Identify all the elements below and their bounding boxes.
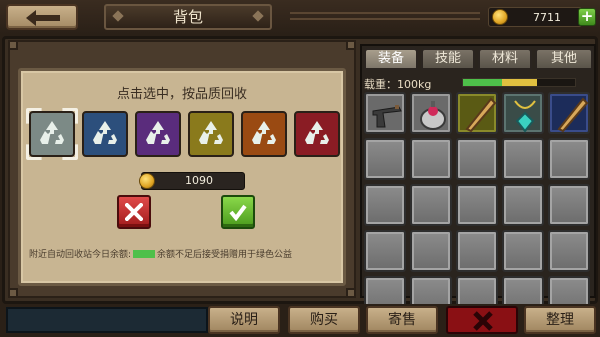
- quality-white-button[interactable]: [26, 108, 78, 160]
- recycle-icon: [93, 121, 117, 144]
- currency-display: 7711: [488, 7, 582, 27]
- inventory-slot[interactable]: [548, 92, 590, 134]
- inventory-slot[interactable]: [548, 138, 590, 180]
- capacity-label: 载重：100kg: [364, 78, 432, 91]
- recycle-icon: [305, 121, 329, 144]
- capacity-fill: [463, 79, 503, 86]
- inventory-slot[interactable]: [410, 92, 452, 134]
- recycle-amount: 1090: [139, 172, 245, 190]
- recycle-icon: [40, 121, 64, 144]
- confirm-button[interactable]: [221, 195, 255, 229]
- buy-button[interactable]: 购买: [288, 306, 360, 334]
- inventory-slot[interactable]: [456, 92, 498, 134]
- recycle-instruction: 点击选中，按品质回收: [116, 87, 247, 102]
- header-divider: [290, 12, 480, 20]
- recycle-box: 点击选中，按品质回收 1090 附近自动回收站今日余额: 余额不足后接受捐赠用于绿…: [18, 68, 346, 286]
- inventory-slot[interactable]: [502, 138, 544, 180]
- quality-gold-button[interactable]: [188, 111, 234, 157]
- inventory-slot[interactable]: [502, 184, 544, 226]
- recycle-icon: [146, 121, 170, 144]
- baseball-bat-icon: [465, 97, 497, 133]
- recycle-notice: 附近自动回收站今日余额: 余额不足后接受捐赠用于绿色公益: [29, 249, 339, 261]
- quality-blue-button[interactable]: [82, 111, 128, 157]
- notice-text-before: 附近自动回收站今日余额:: [29, 250, 132, 260]
- panel-corner: [346, 288, 356, 298]
- help-button[interactable]: 说明: [208, 306, 280, 334]
- check-icon: [229, 204, 247, 221]
- amulet-icon: [514, 100, 536, 133]
- inventory-slot[interactable]: [456, 138, 498, 180]
- inventory-slot[interactable]: [502, 92, 544, 134]
- baseball-bat-icon: [557, 97, 589, 133]
- consign-button[interactable]: 寄售: [366, 306, 438, 334]
- add-currency-button[interactable]: +: [578, 8, 596, 26]
- close-button[interactable]: [446, 306, 518, 334]
- cancel-button[interactable]: [117, 195, 151, 229]
- inventory-slot[interactable]: [410, 230, 452, 272]
- grenade-icon: [420, 101, 446, 130]
- close-icon: [473, 311, 493, 331]
- tab-skills[interactable]: 技能: [421, 48, 475, 70]
- close-icon: [125, 203, 143, 221]
- balance-indicator: [133, 250, 156, 258]
- inventory-slot[interactable]: [548, 184, 590, 226]
- quality-orange-button[interactable]: [241, 111, 287, 157]
- inventory-slot[interactable]: [456, 184, 498, 226]
- chat-input[interactable]: [6, 307, 208, 333]
- inventory-slot[interactable]: [502, 230, 544, 272]
- revolver-icon: [372, 105, 402, 128]
- panel-corner: [8, 40, 18, 50]
- recycle-amount-value: 1090: [185, 174, 213, 187]
- inventory-slot[interactable]: [456, 230, 498, 272]
- recycle-icon: [199, 121, 223, 144]
- tab-materials[interactable]: 材料: [478, 48, 532, 70]
- inventory-slot[interactable]: [410, 138, 452, 180]
- coin-icon: [492, 9, 508, 25]
- capacity-bar: [462, 78, 576, 87]
- inventory-slot[interactable]: [364, 92, 406, 134]
- notice-text-after: 余额不足后接受捐赠用于绿色公益: [157, 250, 293, 260]
- inventory-slot[interactable]: [364, 230, 406, 272]
- coin-icon: [139, 173, 155, 189]
- back-button[interactable]: [6, 4, 78, 30]
- back-arrow-icon: [26, 10, 60, 26]
- page-title: 背包: [104, 4, 272, 30]
- recycle-icon: [252, 121, 276, 144]
- quality-purple-button[interactable]: [135, 111, 181, 157]
- tab-other[interactable]: 其他: [535, 48, 593, 70]
- inventory-slot[interactable]: [410, 184, 452, 226]
- inventory-slot[interactable]: [364, 138, 406, 180]
- panel-corner: [346, 40, 356, 50]
- capacity-fill-secondary: [502, 79, 537, 86]
- inventory-slot[interactable]: [364, 184, 406, 226]
- inventory-slot[interactable]: [548, 230, 590, 272]
- currency-value: 7711: [533, 11, 561, 24]
- panel-corner: [8, 288, 18, 298]
- tab-equipment[interactable]: 装备: [364, 48, 418, 70]
- quality-red-button[interactable]: [294, 111, 340, 157]
- sort-button[interactable]: 整理: [524, 306, 596, 334]
